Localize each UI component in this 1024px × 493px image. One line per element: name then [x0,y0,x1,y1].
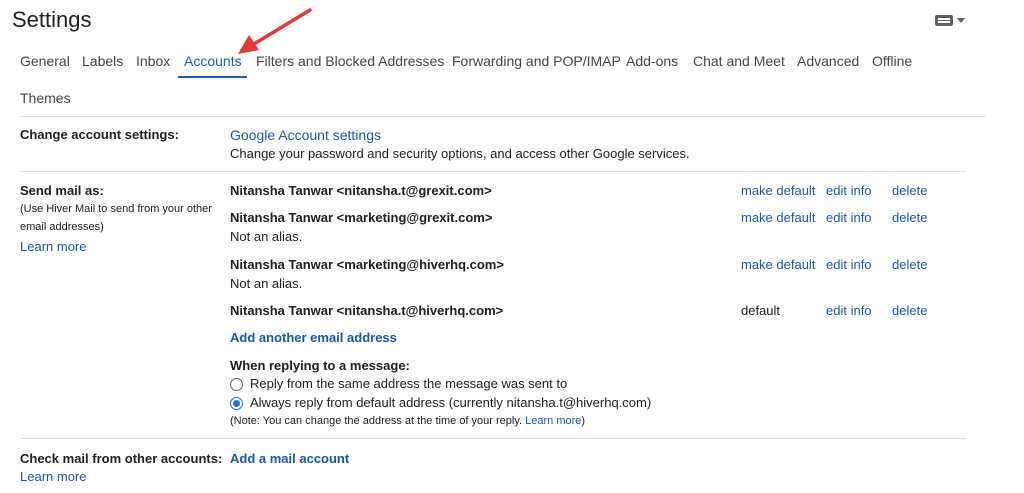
tab-addons[interactable]: Add-ons [626,53,678,69]
tab-labels[interactable]: Labels [82,53,123,69]
delete-link[interactable]: delete [892,210,927,225]
active-tab-indicator [178,76,247,78]
tab-advanced[interactable]: Advanced [797,53,859,69]
reply-default-address-radio[interactable] [230,397,243,410]
tab-inbox[interactable]: Inbox [136,53,170,69]
reply-option-label: Reply from the same address the message … [250,376,568,391]
input-tools-button[interactable] [935,15,965,26]
make-default-link[interactable]: make default [741,183,815,198]
send-mail-learn-more-link[interactable]: Learn more [20,239,86,254]
reply-same-address-radio[interactable] [230,378,243,391]
send-as-address: Nitansha Tanwar <marketing@hiverhq.com> [230,257,504,272]
send-as-address: Nitansha Tanwar <nitansha.t@grexit.com> [230,183,492,198]
edit-info-link[interactable]: edit info [826,257,872,272]
divider [20,116,986,117]
reply-note: (Note: You can change the address at the… [230,415,585,427]
check-mail-label: Check mail from other accounts: [20,451,223,466]
delete-link[interactable]: delete [892,257,927,272]
tab-chat-meet[interactable]: Chat and Meet [693,53,785,69]
send-as-address: Nitansha Tanwar <nitansha.t@hiverhq.com> [230,303,504,318]
edit-info-link[interactable]: edit info [826,210,872,225]
reply-note-text: (Note: You can change the address at the… [230,415,523,427]
tab-general[interactable]: General [20,53,70,69]
make-default-link[interactable]: make default [741,257,815,272]
google-account-settings-link[interactable]: Google Account settings [230,127,381,143]
delete-link[interactable]: delete [892,183,927,198]
send-as-address: Nitansha Tanwar <marketing@grexit.com> [230,210,493,225]
edit-info-link[interactable]: edit info [826,183,872,198]
divider [20,171,966,172]
page-title: Settings [12,7,92,32]
tab-offline[interactable]: Offline [872,53,912,69]
send-mail-as-subtext: (Use Hiver Mail to send from your other [20,203,212,215]
delete-link[interactable]: delete [892,303,927,318]
reply-note-end: ) [581,415,586,427]
tab-forwarding[interactable]: Forwarding and POP/IMAP [452,53,621,69]
default-status: default [741,303,781,318]
reply-heading: When replying to a message: [230,358,410,373]
keyboard-icon [935,15,953,26]
divider [20,438,966,439]
add-email-address-link[interactable]: Add another email address [230,330,397,345]
tab-themes[interactable]: Themes [20,90,71,106]
reply-note-learn-more-link[interactable]: Learn more [525,415,581,427]
edit-info-link[interactable]: edit info [826,303,872,318]
red-arrow [238,8,312,54]
send-mail-as-subtext: email addresses) [20,221,104,233]
alias-note: Not an alias. [230,276,303,291]
add-mail-account-link[interactable]: Add a mail account [230,451,349,466]
change-account-label: Change account settings: [20,127,179,142]
make-default-link[interactable]: make default [741,210,815,225]
alias-note: Not an alias. [230,229,303,244]
change-account-description: Change your password and security option… [230,146,690,161]
check-mail-learn-more-link[interactable]: Learn more [20,469,86,484]
send-mail-as-label: Send mail as: [20,183,104,198]
caret-down-icon [957,18,965,23]
reply-option-label: Always reply from default address (curre… [250,395,652,410]
